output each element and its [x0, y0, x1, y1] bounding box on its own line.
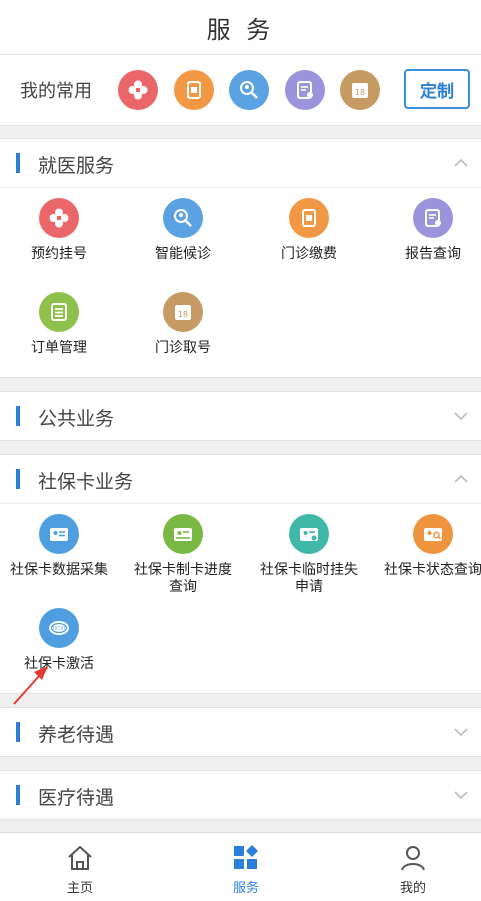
- section-title: 就医服务: [38, 155, 115, 177]
- quick-flower-icon[interactable]: [118, 70, 158, 110]
- service-item-appointment[interactable]: 预约挂号: [4, 198, 114, 263]
- service-item-label: 预约挂号: [31, 246, 87, 262]
- section-header-medical-benefits[interactable]: 医疗待遇: [0, 771, 481, 819]
- calendar-number: 18: [178, 310, 188, 319]
- chevron-down-icon[interactable]: [453, 787, 469, 803]
- home-icon: [68, 846, 92, 870]
- tab-home[interactable]: 主页: [20, 843, 140, 896]
- tab-label: 服务: [232, 881, 259, 896]
- section-header-public[interactable]: 公共业务: [0, 392, 481, 440]
- service-item-card-status[interactable]: 社保卡状态查询: [378, 514, 481, 579]
- services-grid-icon: [234, 845, 258, 869]
- service-item-label: 社保卡激活: [24, 656, 94, 672]
- service-item-label: 门诊缴费: [281, 246, 337, 262]
- report-icon: [413, 198, 453, 238]
- section-title: 医疗待遇: [38, 787, 115, 809]
- service-item-label: 订单管理: [31, 340, 87, 356]
- calendar-number: 18: [355, 88, 365, 97]
- service-item-take-number[interactable]: 18 门诊取号: [128, 292, 238, 357]
- user-icon: [401, 846, 425, 871]
- chevron-up-icon[interactable]: [453, 155, 469, 171]
- section-accent-bar: [16, 153, 20, 173]
- card-report-loss-icon: [289, 514, 329, 554]
- section-pension-benefits[interactable]: 养老待遇: [0, 707, 481, 757]
- service-item-label: 社保卡临时挂失申请: [260, 562, 358, 595]
- service-item-payment[interactable]: 门诊缴费: [254, 198, 364, 263]
- section-public-business[interactable]: 公共业务: [0, 391, 481, 441]
- quick-calendar-18-icon[interactable]: 18: [340, 70, 380, 110]
- quick-payment-icon[interactable]: [174, 70, 214, 110]
- payment-icon: [289, 198, 329, 238]
- section-accent-bar: [16, 469, 20, 489]
- section-medical-benefits[interactable]: 医疗待遇: [0, 770, 481, 820]
- my-common-bar: 我的常用 18 定制: [0, 55, 481, 126]
- service-item-label: 报告查询: [405, 246, 461, 262]
- service-item-label: 社保卡制卡进度查询: [134, 562, 232, 595]
- annotation-arrow: [13, 666, 48, 705]
- my-common-label: 我的常用: [20, 81, 92, 102]
- id-card-icon: [39, 514, 79, 554]
- chevron-down-icon[interactable]: [453, 408, 469, 424]
- order-list-icon: [39, 292, 79, 332]
- tab-label: 主页: [66, 881, 93, 896]
- flower-icon: [39, 198, 79, 238]
- page-header: 服 务: [0, 0, 481, 55]
- calendar-18-icon: 18: [163, 292, 203, 332]
- section-medical-services: 就医服务 预约挂号 智能候诊 门诊缴费 报告查询 订单管理 18 门诊取号: [0, 138, 481, 378]
- section-social-security-card: 社保卡业务 社保卡数据采集 社保卡制卡进度查询 社保卡临时挂失申请 社保卡状态查…: [0, 454, 481, 694]
- doctor-search-icon: [163, 198, 203, 238]
- service-item-card-report-loss[interactable]: 社保卡临时挂失申请: [254, 514, 364, 596]
- card-progress-icon: [163, 514, 203, 554]
- quick-doctor-search-icon[interactable]: [229, 70, 269, 110]
- tab-services[interactable]: 服务: [186, 843, 306, 896]
- service-item-orders[interactable]: 订单管理: [4, 292, 114, 357]
- service-item-label: 门诊取号: [155, 340, 211, 356]
- card-activate-icon: TXTXT: [39, 608, 79, 648]
- service-item-card-progress[interactable]: 社保卡制卡进度查询: [128, 514, 238, 596]
- section-title: 公共业务: [38, 408, 115, 430]
- quick-report-icon[interactable]: [285, 70, 325, 110]
- chevron-down-icon[interactable]: [453, 724, 469, 740]
- card-search-icon: [413, 514, 453, 554]
- service-item-card-data-collection[interactable]: 社保卡数据采集: [4, 514, 114, 579]
- tab-mine[interactable]: 我的: [353, 843, 473, 896]
- card-text: TXTXT: [51, 626, 67, 632]
- section-accent-bar: [16, 722, 20, 742]
- customize-button[interactable]: 定制: [404, 69, 470, 109]
- service-item-report[interactable]: 报告查询: [378, 198, 481, 263]
- section-accent-bar: [16, 785, 20, 805]
- section-title: 养老待遇: [38, 724, 115, 746]
- service-item-smart-queue[interactable]: 智能候诊: [128, 198, 238, 263]
- tab-label: 我的: [399, 881, 426, 896]
- service-item-label: 社保卡数据采集: [10, 562, 108, 578]
- section-header-pension[interactable]: 养老待遇: [0, 708, 481, 756]
- bottom-tab-bar: 主页 服务 我的: [0, 832, 481, 901]
- section-accent-bar: [16, 406, 20, 426]
- page-title: 服 务: [206, 15, 275, 44]
- service-item-label: 社保卡状态查询: [384, 562, 481, 578]
- service-item-card-activate[interactable]: TXTXT 社保卡激活: [4, 608, 114, 673]
- section-title: 社保卡业务: [38, 471, 134, 493]
- service-item-label: 智能候诊: [155, 246, 211, 262]
- chevron-up-icon[interactable]: [453, 471, 469, 487]
- section-header-medical[interactable]: 就医服务: [0, 139, 481, 187]
- section-header-social-card[interactable]: 社保卡业务: [0, 455, 481, 503]
